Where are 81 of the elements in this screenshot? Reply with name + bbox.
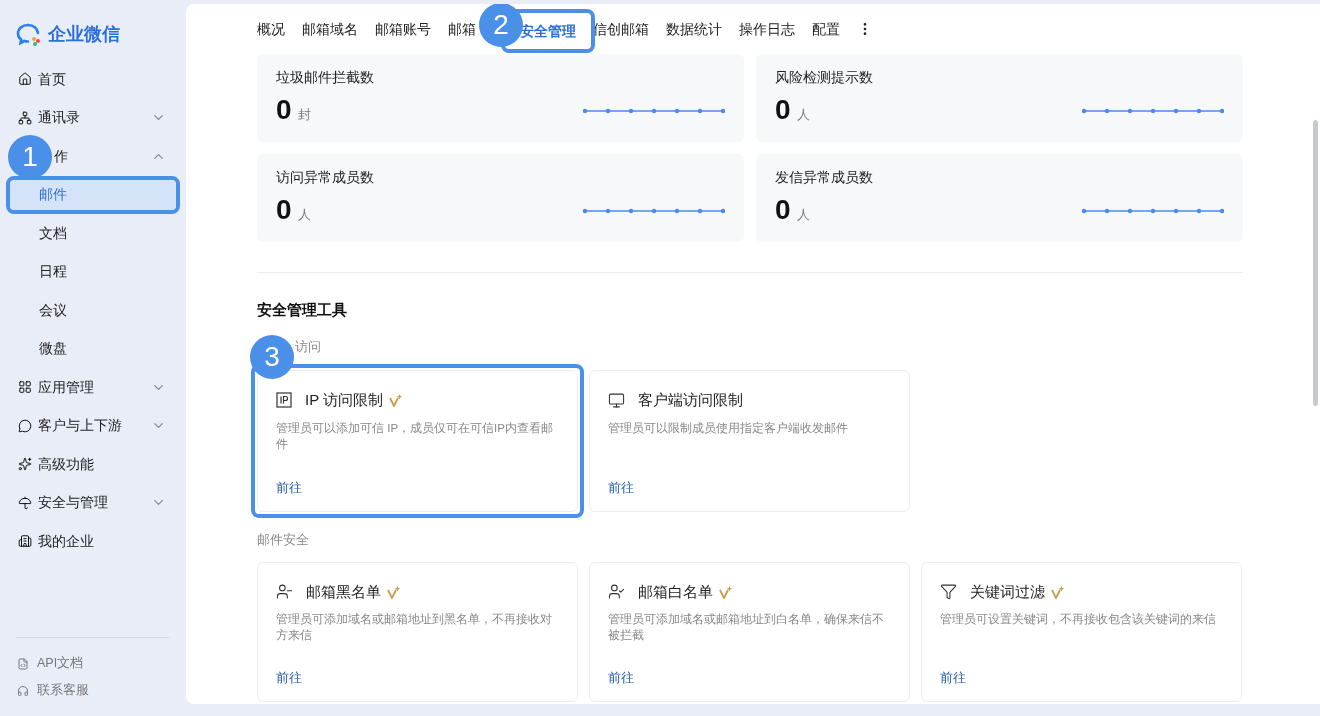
tool-card[interactable]: 邮箱白名单 管理员可添加域名或邮箱地址到白名单，确保来信不被拦截 前往 <box>589 561 910 702</box>
stat-unit: 人 <box>796 106 810 125</box>
card-description: 管理员可以限制成员使用指定客户端收发邮件 <box>608 420 849 436</box>
hierarchy-icon <box>18 110 32 125</box>
user-icon <box>276 583 293 601</box>
card-description: 管理员可添加域名或邮箱地址到白名单，确保来信不被拦截 <box>608 612 885 643</box>
document-icon <box>17 657 29 670</box>
tab[interactable]: 数据统计 <box>666 18 722 40</box>
card-description: 管理员可以添加可信 IP，成员仅可在可信IP内查看邮件 <box>276 420 554 452</box>
card-title: 邮箱白名单 <box>638 581 713 602</box>
sidebar-item[interactable]: 安全与管理 <box>38 492 108 514</box>
scrollbar-thumb[interactable] <box>1313 120 1318 406</box>
headset-icon <box>17 684 29 697</box>
card-description: 管理员可设置关键词，不再接收包含该关键词的来信 <box>940 612 1217 627</box>
stat-label: 发信异常成员数 <box>775 169 874 187</box>
step-number: 1 <box>8 134 52 179</box>
footer-link[interactable]: API文档 <box>37 654 84 673</box>
tab[interactable]: 操作日志 <box>739 18 795 40</box>
group-label: 访问 <box>295 337 321 356</box>
sidebar-subitem[interactable]: 日程 <box>10 252 176 291</box>
tab[interactable]: 信创邮箱 <box>593 18 649 40</box>
stat-label: 风险检测提示数 <box>775 69 874 87</box>
stat-value: 0 <box>775 194 791 227</box>
user-icon <box>608 583 625 601</box>
sidebar-item[interactable]: 首页 <box>38 68 66 90</box>
sidebar-item[interactable]: 高级功能 <box>38 453 94 475</box>
sidebar-subitem[interactable]: 文档 <box>10 214 176 253</box>
sparkle-icon <box>389 393 404 408</box>
card-title: 邮箱黑名单 <box>306 581 381 602</box>
go-link[interactable]: 前往 <box>940 668 966 687</box>
filter-icon <box>940 583 957 601</box>
home-icon <box>18 72 32 87</box>
tool-card[interactable]: IP 访问限制 管理员可以添加可信 IP，成员仅可在可信IP内查看邮件 前往 <box>257 370 578 512</box>
tab[interactable]: 邮箱账号 <box>375 18 431 40</box>
tool-card[interactable]: 邮箱黑名单 管理员可添加域名或邮箱地址到黑名单，不再接收对方来信 前往 <box>257 561 578 702</box>
tab[interactable]: 配置 <box>812 18 840 40</box>
stat-value: 0 <box>775 94 791 127</box>
tab[interactable]: 概况 <box>257 18 285 40</box>
go-link[interactable]: 前往 <box>276 479 302 497</box>
stat-label: 访问异常成员数 <box>276 169 375 187</box>
stat-unit: 人 <box>297 206 311 225</box>
tool-card[interactable]: 关键词过滤 管理员可设置关键词，不再接收包含该关键词的来信 前往 <box>921 561 1242 702</box>
tab[interactable]: 邮箱 <box>448 18 476 40</box>
stat-value: 0 <box>276 194 292 227</box>
ip-icon <box>276 392 292 409</box>
sidebar-item[interactable]: 我的企业 <box>38 530 94 552</box>
building-icon <box>18 534 32 549</box>
sparkle-icon <box>387 584 401 599</box>
sidebar-subitem[interactable]: 邮件 <box>10 179 176 210</box>
card-description: 管理员可添加域名或邮箱地址到黑名单，不再接收对方来信 <box>276 612 553 643</box>
step-number: 3 <box>250 335 294 379</box>
stat-value: 0 <box>276 94 292 127</box>
section-heading: 安全管理工具 <box>257 300 348 320</box>
sparkle-icon <box>719 584 733 599</box>
tool-card[interactable]: 客户端访问限制 管理员可以限制成员使用指定客户端收发邮件 前往 <box>589 370 910 512</box>
go-link[interactable]: 前往 <box>608 668 634 687</box>
sidebar-item[interactable]: 客户与上下游 <box>38 415 122 437</box>
chat-icon <box>18 418 32 433</box>
stat-unit: 封 <box>297 106 311 125</box>
logo-icon <box>16 22 42 47</box>
tab[interactable]: 邮箱域名 <box>302 18 358 40</box>
stat-unit: 人 <box>796 206 810 225</box>
card-title: 关键词过滤 <box>970 581 1045 602</box>
go-link[interactable]: 前往 <box>608 479 634 497</box>
monitor-icon <box>608 391 625 409</box>
sidebar-subitem[interactable]: 会议 <box>10 291 176 330</box>
card-title: 客户端访问限制 <box>638 390 743 410</box>
group-label: 邮件安全 <box>257 531 309 549</box>
go-link[interactable]: 前往 <box>276 668 302 687</box>
sparkle-icon <box>1051 584 1065 599</box>
sidebar-subitem[interactable]: 微盘 <box>10 329 176 368</box>
sidebar-item[interactable]: 作 <box>54 145 68 167</box>
sidebar-item[interactable]: 通讯录 <box>38 107 80 129</box>
grid-icon <box>18 380 32 395</box>
logo-text: 企业微信 <box>48 23 120 46</box>
sparkle-icon <box>18 457 32 472</box>
card-title: IP 访问限制 <box>305 390 384 410</box>
footer-link[interactable]: 联系客服 <box>37 681 89 700</box>
umbrella-icon <box>18 495 32 510</box>
sidebar-item[interactable]: 应用管理 <box>38 376 94 398</box>
stat-label: 垃圾邮件拦截数 <box>276 69 375 87</box>
